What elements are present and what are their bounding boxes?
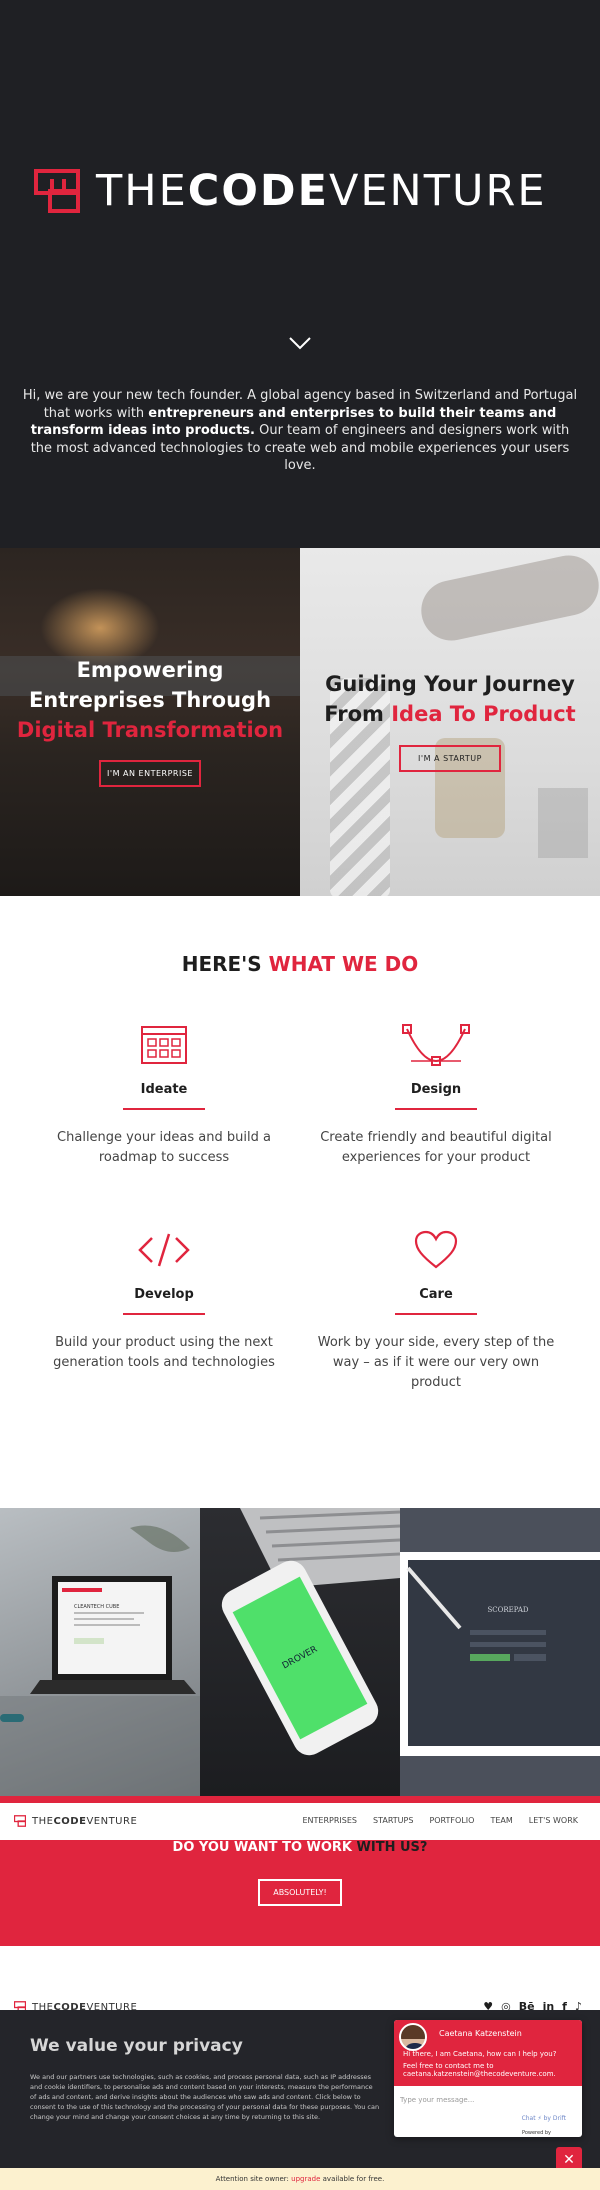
drift-credit[interactable]: Chat ⚡ by Drift — [522, 2115, 566, 2122]
nav-link-portfolio[interactable]: PORTFOLIO — [429, 1816, 474, 1825]
portfolio-tile-scorepad[interactable]: SCOREPAD — [400, 1508, 600, 1796]
service-desc: Work by your side, every step of the way… — [317, 1335, 555, 1390]
chat-message-input[interactable]: Type your message... — [400, 2096, 474, 2104]
chat-message: Hi there, I am Caetana, how can I help y… — [403, 2050, 557, 2058]
bezier-curve-icon — [402, 1024, 470, 1066]
portfolio-label-cleantech: CLEANTECH CUBE — [74, 1604, 119, 1610]
startup-button[interactable]: I'M A STARTUP — [399, 745, 501, 772]
startup-heading: Guiding Your Journey From Idea To Produc… — [324, 672, 576, 726]
enterprise-panel: Empowering Entreprises Through Digital T… — [0, 548, 300, 896]
service-divider — [395, 1313, 477, 1315]
photo-arm — [415, 549, 600, 647]
heart-icon — [414, 1230, 458, 1269]
hero-section: THECODEVENTURE Hi, we are your new tech … — [0, 0, 600, 548]
nav-link-startups[interactable]: STARTUPS — [373, 1816, 413, 1825]
portfolio-tile-drover[interactable]: DROVER — [200, 1508, 400, 1796]
service-name: Design — [410, 1082, 462, 1097]
laptop-illustration: CLEANTECH CUBE — [0, 1525, 200, 1796]
service-desc: Challenge your ideas and build a roadmap… — [57, 1130, 271, 1165]
nav-logo[interactable]: THECODEVENTURE — [14, 1815, 137, 1827]
nav-links: ENTERPRISES STARTUPS PORTFOLIO TEAM LET'… — [303, 1816, 579, 1825]
service-design: Design Create friendly and beautiful dig… — [311, 1020, 561, 1168]
service-ideate: Ideate Challenge your ideas and build a … — [39, 1020, 289, 1168]
phone-illustration: DROVER — [221, 1508, 400, 1756]
portfolio-tile-cleantech[interactable]: CLEANTECH CUBE — [0, 1508, 200, 1796]
logo-mark-icon — [34, 169, 80, 213]
service-divider — [123, 1313, 205, 1315]
service-name: Care — [419, 1287, 453, 1302]
service-divider — [123, 1108, 205, 1110]
service-divider — [395, 1108, 477, 1110]
logo-wordmark: THECODEVENTURE — [96, 166, 547, 216]
chevron-down-icon[interactable] — [288, 336, 312, 350]
top-navigation: THECODEVENTURE ENTERPRISES STARTUPS PORT… — [0, 1803, 600, 1840]
chat-widget: Caetana Katzenstein Hi there, I am Caeta… — [394, 2020, 582, 2137]
chat-agent-name: Caetana Katzenstein — [439, 2029, 522, 2038]
brand-logo[interactable]: THECODEVENTURE — [34, 166, 547, 216]
cta-title: DO YOU WANT TO WORK WITH US? — [172, 1840, 428, 1855]
tablet-illustration: SCOREPAD — [400, 1508, 600, 1796]
nav-link-team[interactable]: TEAM — [490, 1816, 512, 1825]
nav-link-enterprises[interactable]: ENTERPRISES — [303, 1816, 358, 1825]
portfolio-label-scorepad: SCOREPAD — [487, 1606, 528, 1614]
enterprise-heading: Empowering Entreprises Through Digital T… — [16, 658, 284, 742]
chat-message: Feel free to contact me to caetana.katze… — [403, 2062, 556, 2078]
services-title: HERE'S WHAT WE DO — [181, 952, 419, 976]
startup-panel: Guiding Your Journey From Idea To Produc… — [300, 548, 600, 896]
cta-section: DO YOU WANT TO WORK WITH US? ABSOLUTELY! — [0, 1840, 600, 1946]
service-develop: Develop Build your product using the nex… — [39, 1225, 289, 1373]
code-icon — [138, 1233, 190, 1267]
nav-link-lets-work[interactable]: LET'S WORK — [529, 1816, 578, 1825]
photo-pens — [538, 788, 588, 858]
hero-intro-text: Hi, we are your new tech founder. A glob… — [22, 388, 578, 473]
powered-by-label: Powered by — [522, 2130, 551, 2136]
browser-window-icon — [141, 1026, 187, 1064]
absolutely-button[interactable]: ABSOLUTELY! — [258, 1879, 342, 1906]
avatar — [399, 2023, 427, 2051]
privacy-text: We and our partners use technologies, su… — [30, 2073, 380, 2121]
service-desc: Build your product using the next genera… — [53, 1335, 275, 1370]
service-name: Develop — [134, 1287, 194, 1302]
site-owner-notice: Attention site owner: upgrade available … — [0, 2168, 600, 2190]
logo-mark-icon — [14, 1815, 26, 1827]
service-desc: Create friendly and beautiful digital ex… — [320, 1130, 552, 1165]
service-name: Ideate — [140, 1082, 188, 1097]
enterprise-button[interactable]: I'M AN ENTERPRISE — [99, 760, 201, 787]
chat-header: Caetana Katzenstein Hi there, I am Caeta… — [394, 2020, 582, 2086]
upgrade-link[interactable]: upgrade — [291, 2175, 320, 2183]
service-care: Care Work by your side, every step of th… — [311, 1225, 561, 1393]
nav-accent-bar — [0, 1796, 600, 1803]
privacy-title: We value your privacy — [30, 2036, 243, 2056]
